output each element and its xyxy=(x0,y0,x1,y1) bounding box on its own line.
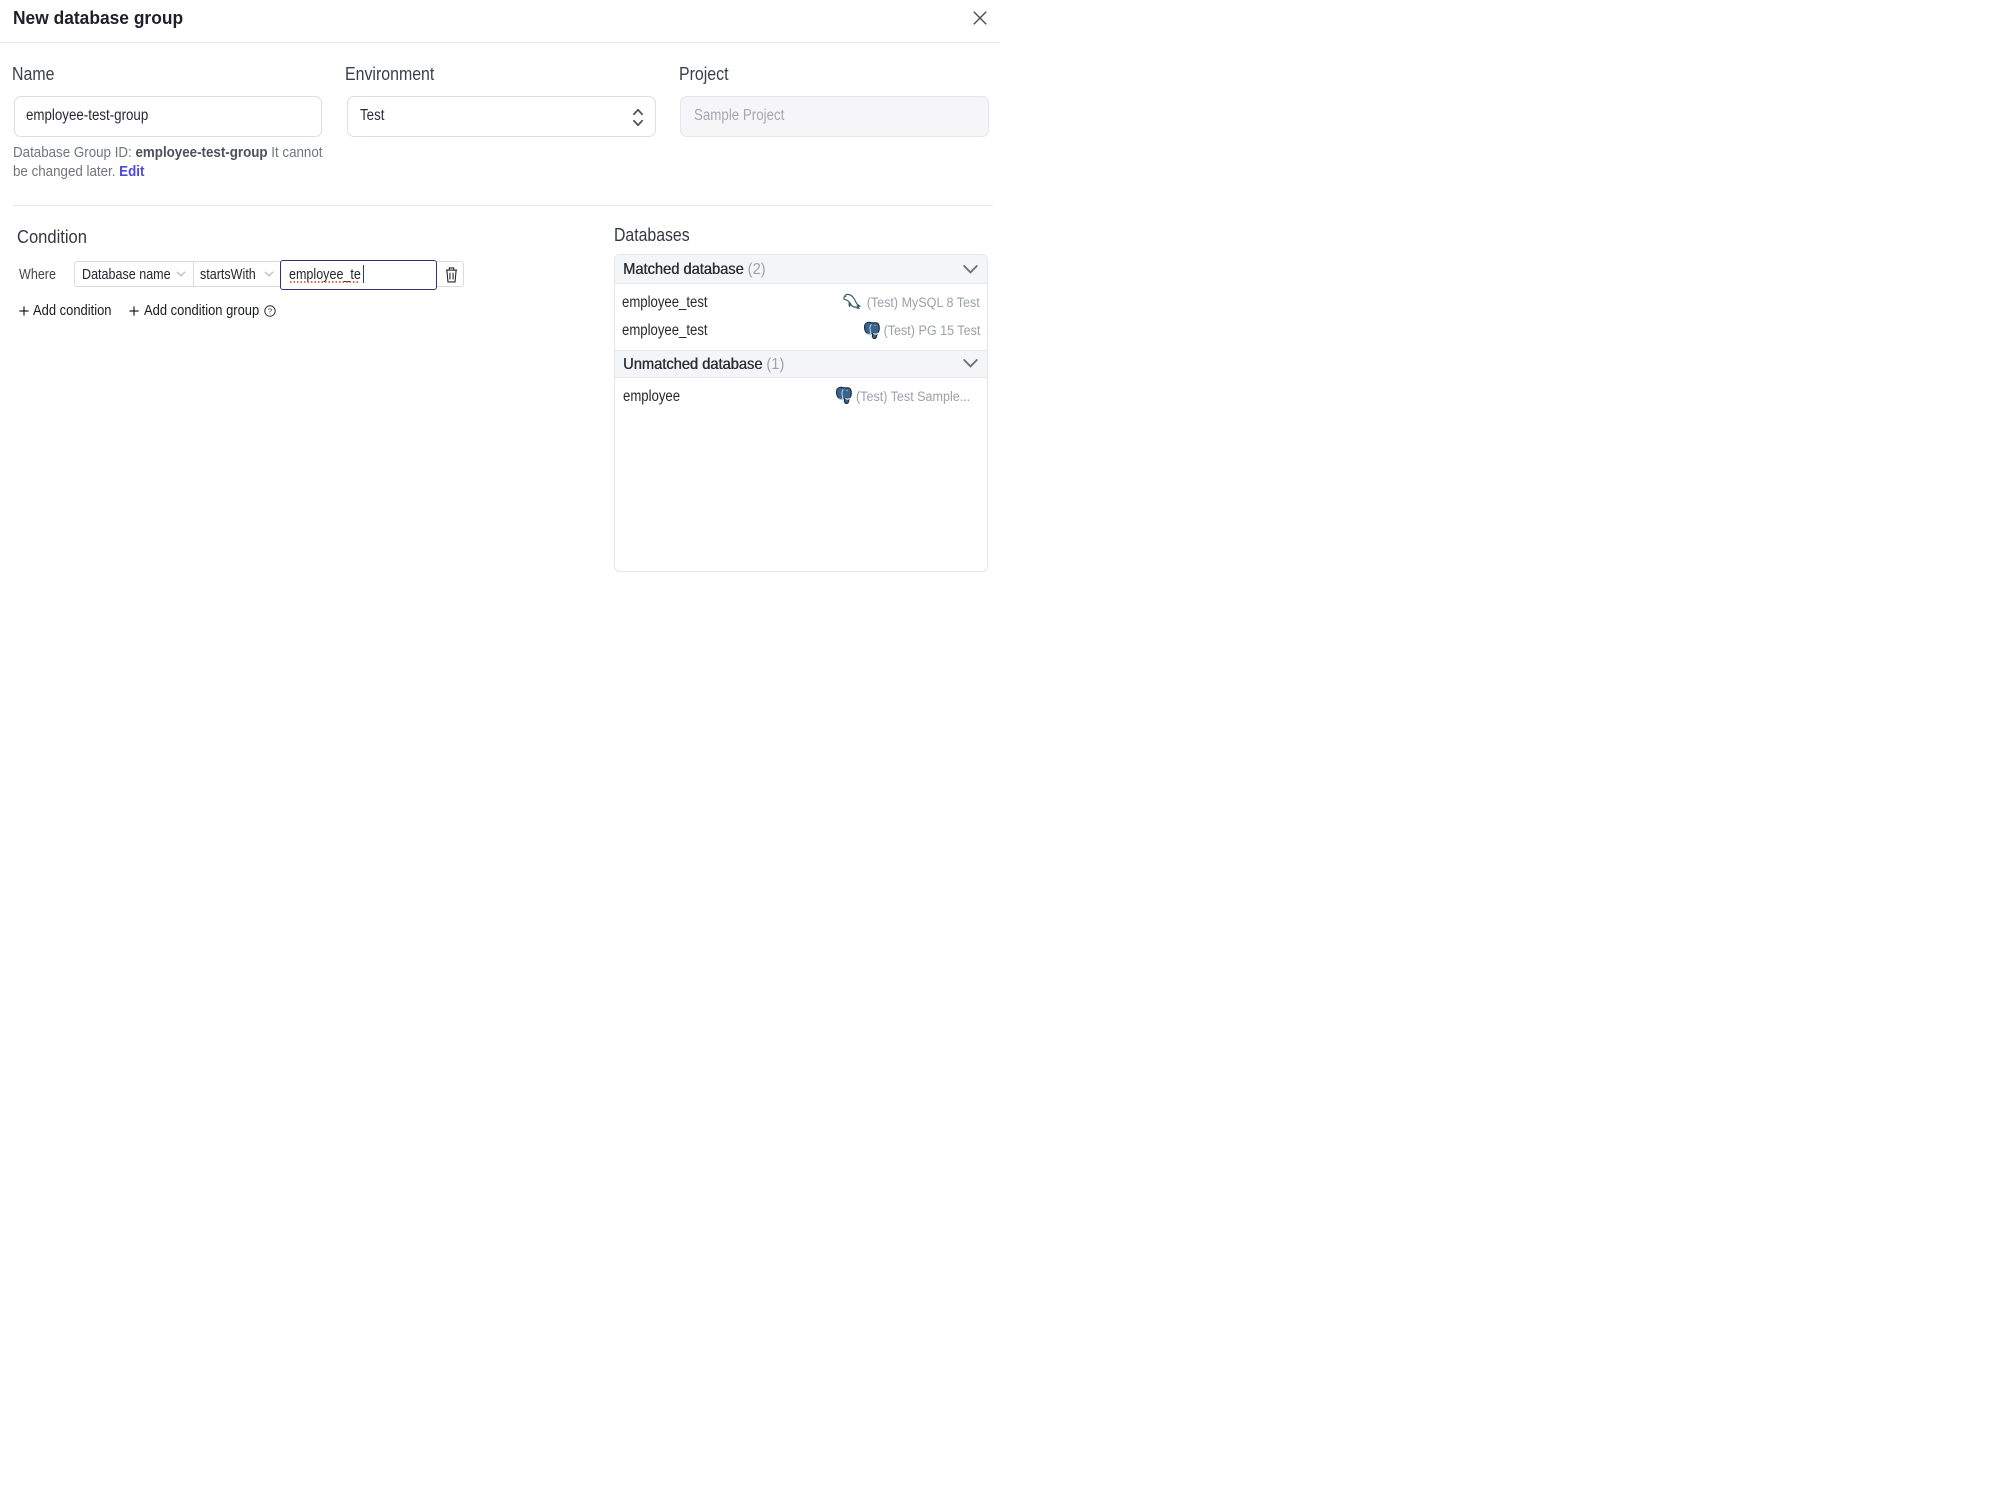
svg-text:?: ? xyxy=(267,307,271,316)
